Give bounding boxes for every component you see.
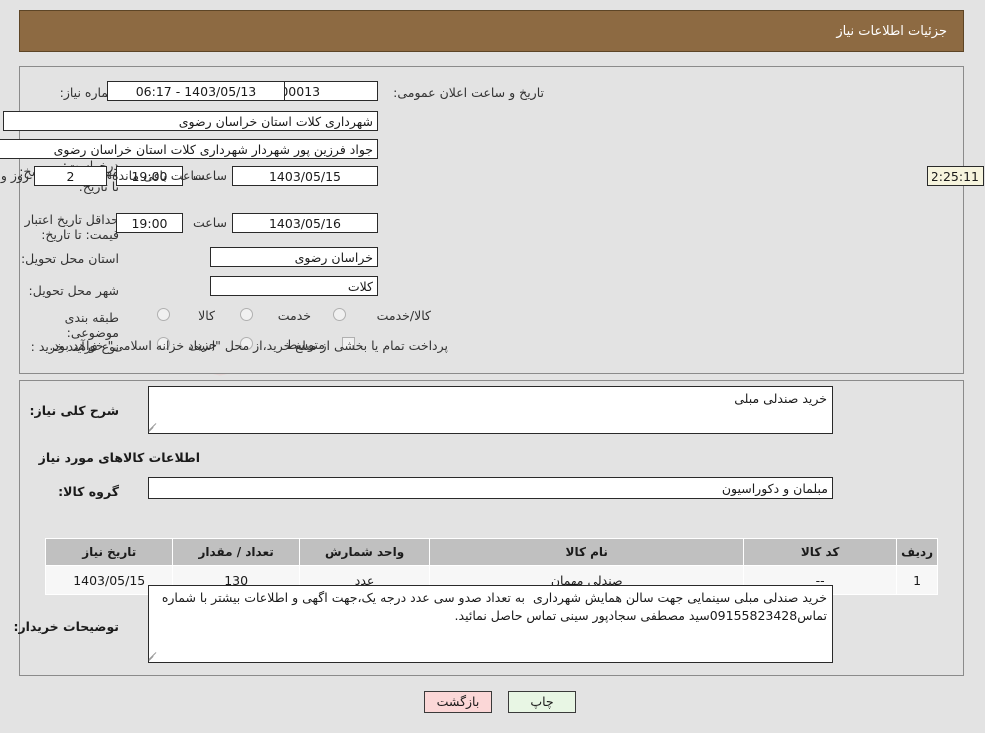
th-code: کد کالا: [744, 538, 899, 566]
remaining-days-field[interactable]: [35, 166, 108, 186]
label-delivery-city: شهر محل تحویل:: [29, 283, 120, 298]
cell-radif: 1: [897, 565, 939, 595]
countdown-field[interactable]: [928, 166, 985, 186]
treasury-bonds-note: پرداخت تمام یا بخشی از مبلغ خرید،از محل …: [50, 338, 449, 353]
radio-category-kala-khedmat[interactable]: [334, 308, 347, 321]
radio-category-kala[interactable]: [158, 308, 171, 321]
label-price-validity-time: ساعت: [193, 215, 228, 230]
label-remaining-hours: ساعت باقی مانده: [113, 168, 206, 183]
label-need-number: شماره نیاز:: [60, 85, 120, 100]
price-validity-time-field[interactable]: [117, 213, 184, 233]
th-radif: ردیف: [897, 538, 939, 566]
need-summary-textarea[interactable]: [149, 386, 834, 434]
delivery-city-field[interactable]: [211, 276, 379, 296]
label-need-summary: شرح کلی نیاز:: [30, 403, 120, 418]
print-button[interactable]: چاپ: [509, 691, 577, 713]
radio-category-khedmat[interactable]: [241, 308, 254, 321]
buyer-org-field[interactable]: [4, 111, 379, 131]
table-header-row: ردیف کد کالا نام کالا واحد شمارش تعداد /…: [45, 538, 939, 566]
goods-section-heading: اطلاعات کالاهای مورد نیاز: [39, 450, 201, 465]
label-public-announce: تاریخ و ساعت اعلان عمومی:: [394, 85, 545, 100]
th-qty: تعداد / مقدار: [173, 538, 301, 566]
radio-label-category-2: کالا/خدمت: [377, 308, 432, 323]
goods-group-field[interactable]: [149, 477, 834, 499]
th-unit: واحد شمارش: [299, 538, 432, 566]
back-button[interactable]: بازگشت: [425, 691, 493, 713]
label-price-validity: حداقل تاریخ اعتبار قیمت: تا تاریخ:: [25, 212, 120, 242]
radio-label-category-1: خدمت: [278, 308, 312, 323]
label-goods-group: گروه کالا:: [59, 484, 120, 499]
page-title-bar: جزئیات اطلاعات نیاز: [20, 10, 965, 52]
response-deadline-date-field[interactable]: [233, 166, 379, 186]
label-buyer-notes: توضیحات خریدار:: [14, 619, 120, 634]
price-validity-date-field[interactable]: [233, 213, 379, 233]
delivery-province-field[interactable]: [211, 247, 379, 267]
label-days: روز و: [1, 168, 30, 183]
buyer-notes-textarea[interactable]: [149, 585, 834, 663]
request-creator-field[interactable]: [0, 139, 379, 159]
th-name: نام کالا: [430, 538, 746, 566]
th-date: تاریخ نیاز: [45, 538, 175, 566]
radio-label-category-0: کالا: [199, 308, 216, 323]
label-subject-category: طبقه بندی موضوعی:: [65, 310, 120, 340]
public-announce-field[interactable]: [108, 81, 286, 101]
label-delivery-province: استان محل تحویل:: [21, 251, 120, 266]
page-title: جزئیات اطلاعات نیاز: [837, 23, 948, 39]
